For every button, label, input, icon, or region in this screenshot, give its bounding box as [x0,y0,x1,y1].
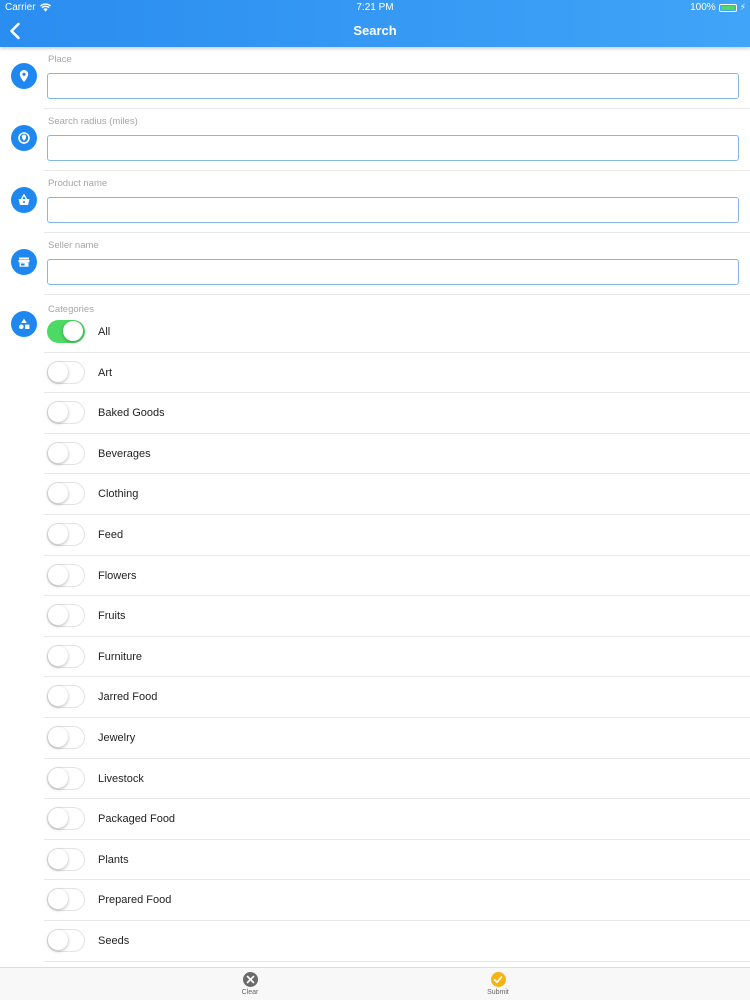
battery-percent: 100% [690,2,716,13]
toggle-knob [48,808,68,829]
category-row: Baked Goods [0,393,750,434]
toggle-knob [63,321,83,341]
category-toggle[interactable] [47,644,85,668]
toggle-knob [48,929,68,950]
category-toggle[interactable] [47,725,85,749]
submit-button[interactable]: Submit [468,972,528,996]
product-label: Product name [48,178,108,189]
category-toggle[interactable] [47,604,85,628]
toggle-knob [48,645,68,666]
clear-label: Clear [241,989,259,996]
toggle-knob [48,402,68,423]
toggle-knob [48,361,68,382]
category-label: Packaged Food [98,813,176,826]
battery-icon [718,3,737,12]
radius-field-row: Search radius (miles) [0,109,750,171]
storefront-icon [11,249,37,275]
category-toggle[interactable] [47,482,85,506]
category-label: Clothing [98,488,139,501]
category-row: Beverages [0,434,750,475]
category-toggle[interactable] [47,888,85,912]
category-row: Clothing [0,474,750,515]
seller-field-row: Seller name [0,233,750,295]
divider [44,960,750,962]
category-label: Prepared Food [98,894,172,907]
category-row: Jewelry [0,718,750,759]
bottom-toolbar: Clear Submit [0,967,750,1000]
toggle-knob [48,442,68,463]
category-toggle[interactable] [47,441,85,465]
radius-label: Search radius (miles) [48,116,138,127]
submit-label: Submit [487,989,509,996]
category-row: Fruits [0,596,750,637]
category-row: Flowers [0,556,750,597]
toggle-knob [48,848,68,869]
basket-icon [11,187,37,213]
category-row: Seeds [0,921,750,962]
category-toggle[interactable] [47,807,85,831]
toggle-knob [48,564,68,585]
category-toggle[interactable] [47,563,85,587]
category-label: Livestock [98,772,144,785]
category-label: Jewelry [98,731,136,744]
category-row: Jarred Food [0,677,750,718]
toggle-knob [48,523,68,544]
category-toggle[interactable] [47,360,85,384]
status-time: 7:21 PM [356,2,394,13]
product-input[interactable] [47,197,739,223]
category-toggle[interactable] [47,847,85,871]
category-label: Baked Goods [98,407,165,420]
seller-input[interactable] [47,259,739,285]
category-label: Feed [98,528,124,541]
category-row: All [0,312,750,353]
category-toggle[interactable] [47,766,85,790]
seller-label: Seller name [48,240,99,251]
category-label: Jarred Food [98,691,158,704]
category-label: Fruits [98,610,126,623]
category-toggle[interactable] [47,401,85,425]
category-row: Livestock [0,759,750,800]
category-toggle[interactable] [47,928,85,952]
toggle-knob [48,726,68,747]
product-field-row: Product name [0,171,750,233]
charging-icon: ⚡ [739,2,746,12]
clear-button[interactable]: Clear [220,972,280,996]
category-list: All Art Baked Goods Beverages Clothing Feed Fl… [0,312,750,962]
divider [44,294,750,295]
radius-icon [11,125,37,151]
category-toggle[interactable] [47,320,85,343]
category-toggle[interactable] [47,685,85,709]
navigation-bar: Carrier 7:21 PM 100% ⚡ Search [0,0,750,47]
submit-check-icon [490,972,506,987]
toggle-knob [48,767,68,788]
place-label: Place [48,54,72,65]
category-label: All [98,326,111,338]
clear-x-icon [242,972,258,987]
page-title: Search [353,23,397,38]
category-row: Prepared Food [0,880,750,921]
category-label: Furniture [98,650,143,663]
category-row: Plants [0,840,750,881]
map-marker-icon [11,63,37,89]
category-label: Beverages [98,447,151,460]
category-row: Furniture [0,637,750,678]
category-row: Feed [0,515,750,556]
place-input[interactable] [47,73,739,99]
category-row: Packaged Food [0,799,750,840]
toggle-knob [48,686,68,707]
category-label: Seeds [98,934,130,947]
toggle-knob [48,889,68,910]
category-label: Plants [98,853,129,866]
category-label: Flowers [98,569,137,582]
toggle-knob [48,483,68,504]
category-toggle[interactable] [47,522,85,546]
radius-input[interactable] [47,135,739,161]
status-bar: Carrier 7:21 PM 100% ⚡ [0,0,750,16]
category-row: Art [0,353,750,394]
toggle-knob [48,605,68,626]
category-label: Art [98,366,113,379]
place-field-row: Place [0,47,750,109]
